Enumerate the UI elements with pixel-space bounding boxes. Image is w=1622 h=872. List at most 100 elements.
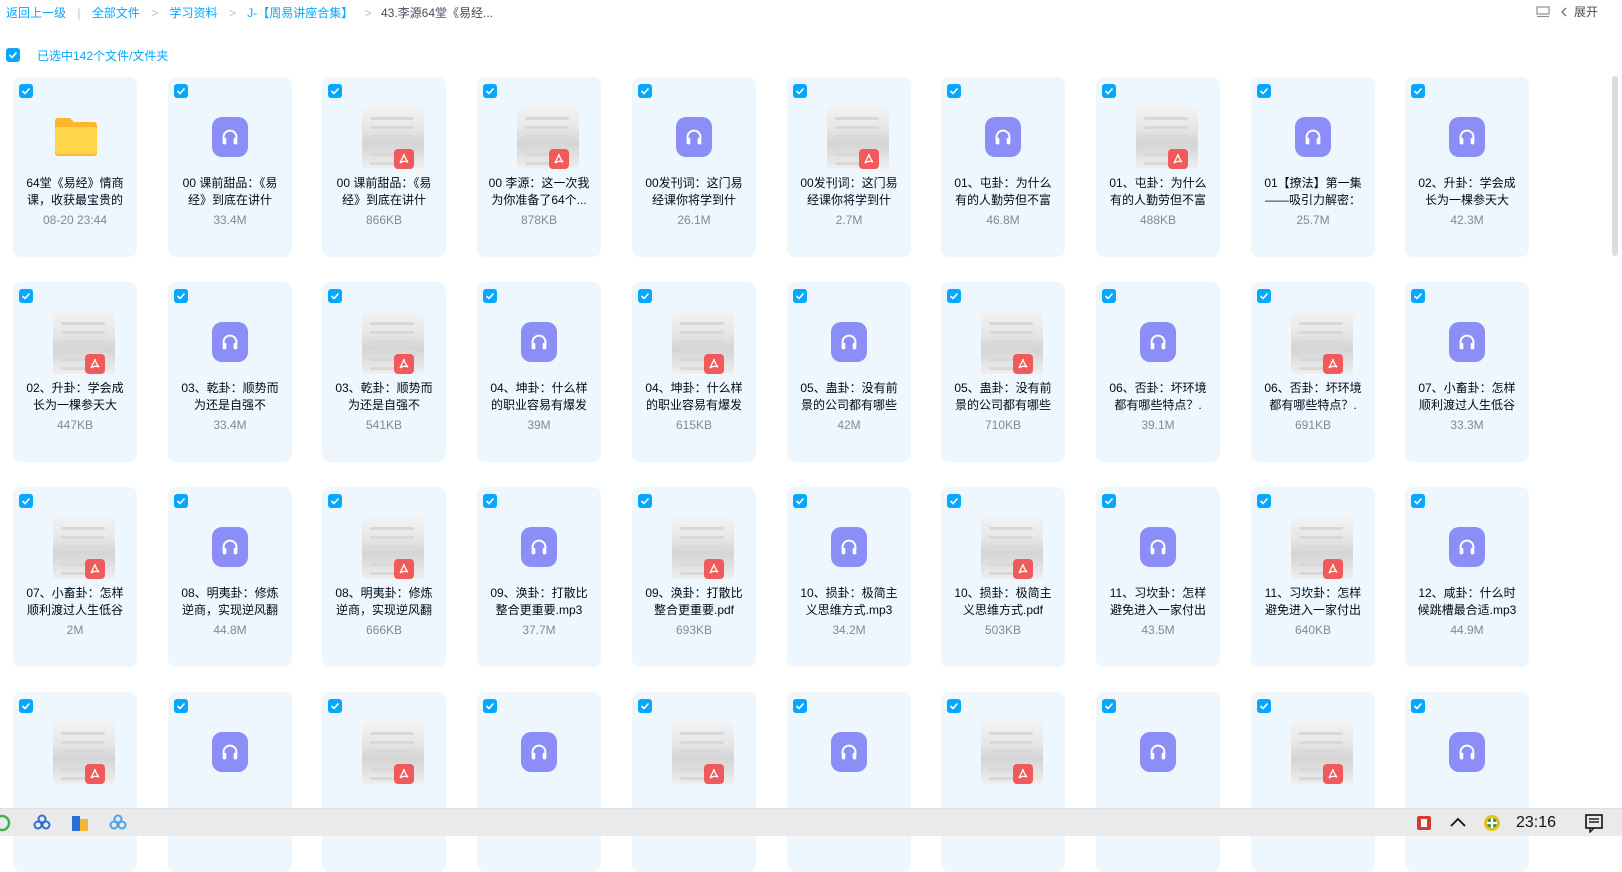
chevron-up-icon[interactable] bbox=[1448, 813, 1468, 833]
file-card[interactable]: 00发刊词：这门易经课你将学到什 26.1M bbox=[632, 77, 756, 257]
file-checkbox[interactable] bbox=[638, 84, 652, 98]
scrollbar[interactable] bbox=[1612, 76, 1618, 776]
file-card[interactable] bbox=[632, 692, 756, 872]
file-checkbox[interactable] bbox=[638, 289, 652, 303]
file-checkbox[interactable] bbox=[483, 289, 497, 303]
file-checkbox[interactable] bbox=[328, 289, 342, 303]
file-card[interactable]: 05、蛊卦：没有前景的公司都有哪些 710KB bbox=[941, 282, 1065, 462]
file-checkbox[interactable] bbox=[947, 84, 961, 98]
file-explorer-icon[interactable] bbox=[70, 813, 90, 833]
file-checkbox[interactable] bbox=[1257, 699, 1271, 713]
app-green-icon[interactable] bbox=[0, 813, 14, 833]
file-checkbox[interactable] bbox=[947, 494, 961, 508]
file-card[interactable]: 09、涣卦：打散比整合更重要.pdf 693KB bbox=[632, 487, 756, 667]
file-checkbox[interactable] bbox=[483, 494, 497, 508]
file-checkbox[interactable] bbox=[1102, 84, 1116, 98]
expand-toggle[interactable]: 展开 bbox=[1560, 3, 1598, 20]
file-card[interactable]: 01、屯卦：为什么有的人勤劳但不富 46.8M bbox=[941, 77, 1065, 257]
file-card[interactable] bbox=[13, 692, 137, 872]
file-checkbox[interactable] bbox=[19, 494, 33, 508]
file-card[interactable]: 06、否卦：坏环境都有哪些特点？. 39.1M bbox=[1096, 282, 1220, 462]
file-card[interactable]: 00 课前甜品：《易经》到底在讲什 866KB bbox=[322, 77, 446, 257]
file-card[interactable]: 10、损卦：极简主义思维方式.pdf 503KB bbox=[941, 487, 1065, 667]
file-card[interactable]: 08、明夷卦：修炼逆商，实现逆风翻 44.8M bbox=[168, 487, 292, 667]
file-card[interactable]: 08、明夷卦：修炼逆商，实现逆风翻 666KB bbox=[322, 487, 446, 667]
file-card[interactable]: 02、升卦：学会成长为一棵参天大 42.3M bbox=[1405, 77, 1529, 257]
file-card[interactable]: 12、咸卦：什么时候跳槽最合适.mp3 44.9M bbox=[1405, 487, 1529, 667]
file-checkbox[interactable] bbox=[19, 84, 33, 98]
file-checkbox[interactable] bbox=[19, 699, 33, 713]
file-checkbox[interactable] bbox=[19, 289, 33, 303]
file-card[interactable]: 11、习坎卦：怎样避免进入一家付出 640KB bbox=[1251, 487, 1375, 667]
file-checkbox[interactable] bbox=[1411, 494, 1425, 508]
back-link[interactable]: 返回上一级 bbox=[6, 6, 66, 20]
file-checkbox[interactable] bbox=[1411, 289, 1425, 303]
notification-icon[interactable] bbox=[1584, 813, 1604, 833]
file-card[interactable]: 00发刊词：这门易经课你将学到什 2.7M bbox=[787, 77, 911, 257]
pdf-badge-icon bbox=[1323, 559, 1343, 579]
file-card[interactable]: 07、小畜卦：怎样顺利渡过人生低谷 33.3M bbox=[1405, 282, 1529, 462]
file-card[interactable]: 09、涣卦：打散比整合更重要.mp3 37.7M bbox=[477, 487, 601, 667]
file-checkbox[interactable] bbox=[793, 84, 807, 98]
file-checkbox[interactable] bbox=[174, 494, 188, 508]
file-checkbox[interactable] bbox=[1102, 289, 1116, 303]
app-baidu-netdisk-icon[interactable] bbox=[108, 813, 128, 833]
file-checkbox[interactable] bbox=[174, 289, 188, 303]
file-card[interactable]: 04、坤卦：什么样的职业容易有爆发 39M bbox=[477, 282, 601, 462]
file-checkbox[interactable] bbox=[1411, 699, 1425, 713]
file-card[interactable]: 07、小畜卦：怎样顺利渡过人生低谷 2M bbox=[13, 487, 137, 667]
file-card[interactable]: 03、乾卦：顺势而为还是自强不 33.4M bbox=[168, 282, 292, 462]
file-checkbox[interactable] bbox=[483, 84, 497, 98]
file-checkbox[interactable] bbox=[328, 84, 342, 98]
file-card[interactable] bbox=[1096, 692, 1220, 872]
file-checkbox[interactable] bbox=[947, 699, 961, 713]
file-card[interactable] bbox=[322, 692, 446, 872]
file-card[interactable] bbox=[1251, 692, 1375, 872]
app-cloud-icon[interactable] bbox=[32, 813, 52, 833]
file-card[interactable]: 04、坤卦：什么样的职业容易有爆发 615KB bbox=[632, 282, 756, 462]
file-checkbox[interactable] bbox=[328, 699, 342, 713]
file-checkbox[interactable] bbox=[483, 699, 497, 713]
ime-icon[interactable] bbox=[1414, 813, 1434, 833]
file-card[interactable]: 05、蛊卦：没有前景的公司都有哪些 42M bbox=[787, 282, 911, 462]
file-checkbox[interactable] bbox=[1257, 84, 1271, 98]
file-checkbox[interactable] bbox=[1257, 289, 1271, 303]
network-status-icon[interactable] bbox=[1482, 813, 1502, 833]
select-all-checkbox[interactable] bbox=[6, 48, 20, 62]
file-checkbox[interactable] bbox=[947, 289, 961, 303]
file-checkbox[interactable] bbox=[1102, 494, 1116, 508]
scrollbar-thumb[interactable] bbox=[1612, 76, 1618, 256]
file-card[interactable]: 06、否卦：坏环境都有哪些特点？. 691KB bbox=[1251, 282, 1375, 462]
file-checkbox[interactable] bbox=[1102, 699, 1116, 713]
breadcrumb-item-all-files[interactable]: 全部文件 bbox=[92, 6, 140, 20]
file-checkbox[interactable] bbox=[174, 699, 188, 713]
file-card[interactable] bbox=[941, 692, 1065, 872]
breadcrumb-item-zhouyi[interactable]: J-【周易讲座合集】 bbox=[247, 6, 353, 20]
file-checkbox[interactable] bbox=[638, 494, 652, 508]
file-checkbox[interactable] bbox=[1257, 494, 1271, 508]
file-checkbox[interactable] bbox=[328, 494, 342, 508]
file-card[interactable] bbox=[168, 692, 292, 872]
file-card[interactable]: 10、损卦：极简主义思维方式.mp3 34.2M bbox=[787, 487, 911, 667]
view-mode-icon[interactable] bbox=[1536, 5, 1550, 18]
check-icon bbox=[330, 497, 340, 505]
file-card[interactable] bbox=[787, 692, 911, 872]
file-card[interactable]: 01【撩法】第一集——吸引力解密： 25.7M bbox=[1251, 77, 1375, 257]
file-card[interactable]: 64堂《易经》情商课，收获最宝贵的 08-20 23:44 bbox=[13, 77, 137, 257]
file-checkbox[interactable] bbox=[793, 289, 807, 303]
breadcrumb-item-study[interactable]: 学习资料 bbox=[170, 6, 218, 20]
file-card[interactable]: 02、升卦：学会成长为一棵参天大 447KB bbox=[13, 282, 137, 462]
file-checkbox[interactable] bbox=[1411, 84, 1425, 98]
file-card[interactable]: 01、屯卦：为什么有的人勤劳但不富 488KB bbox=[1096, 77, 1220, 257]
file-checkbox[interactable] bbox=[793, 699, 807, 713]
file-card[interactable] bbox=[477, 692, 601, 872]
file-card[interactable]: 00 李源：这一次我为你准备了64个... 878KB bbox=[477, 77, 601, 257]
file-checkbox[interactable] bbox=[793, 494, 807, 508]
file-card[interactable]: 00 课前甜品：《易经》到底在讲什 33.4M bbox=[168, 77, 292, 257]
file-checkbox[interactable] bbox=[638, 699, 652, 713]
file-card[interactable] bbox=[1405, 692, 1529, 872]
file-card[interactable]: 11、习坎卦：怎样避免进入一家付出 43.5M bbox=[1096, 487, 1220, 667]
file-checkbox[interactable] bbox=[174, 84, 188, 98]
file-card[interactable]: 03、乾卦：顺势而为还是自强不 541KB bbox=[322, 282, 446, 462]
headphones-icon bbox=[531, 744, 547, 760]
